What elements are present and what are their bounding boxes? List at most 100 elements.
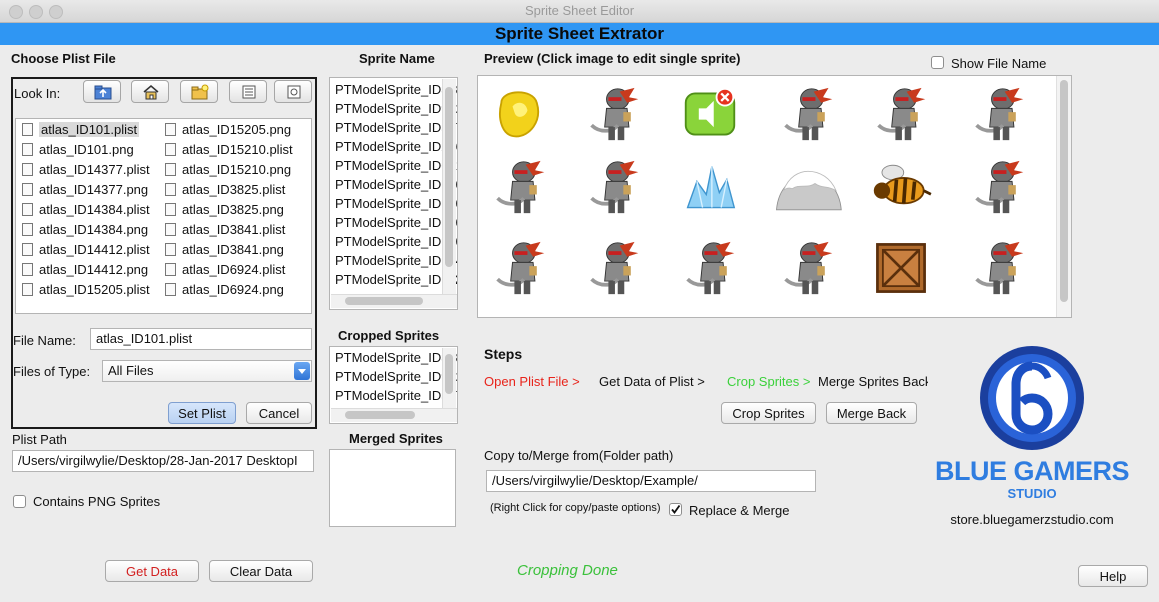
- blue-gamers-logo-icon: [980, 346, 1084, 450]
- new-folder-button[interactable]: [180, 80, 218, 103]
- minimize-window-button[interactable]: [29, 5, 43, 19]
- sprite-thumbnail[interactable]: [861, 78, 941, 150]
- warrior-icon: [574, 232, 654, 304]
- sprite-preview-grid[interactable]: [477, 75, 1072, 318]
- file-item[interactable]: atlas_ID15205.png: [165, 121, 291, 139]
- home-button[interactable]: [131, 80, 169, 103]
- file-item[interactable]: atlas_ID14384.plist: [22, 201, 150, 219]
- sprite-list-item[interactable]: PTModelSprite_ID942: [330, 367, 457, 386]
- file-item-label: atlas_ID14377.plist: [39, 162, 150, 177]
- sprite-thumbnail[interactable]: [480, 151, 560, 223]
- sprite-thumbnail[interactable]: [670, 78, 750, 150]
- file-icon: [22, 283, 33, 296]
- file-item[interactable]: atlas_ID101.plist: [22, 121, 140, 139]
- sprite-list-item[interactable]: PTModelSprite_ID216: [330, 137, 457, 156]
- brand-url[interactable]: store.bluegamerzstudio.com: [930, 512, 1134, 527]
- file-item[interactable]: atlas_ID15210.plist: [165, 141, 293, 159]
- sprite-list-item[interactable]: PTModelSprite_ID338: [330, 80, 457, 99]
- sprite-name-list[interactable]: PTModelSprite_ID338 PTModelSprite_ID942 PT…: [329, 77, 458, 310]
- sprite-thumbnail[interactable]: [670, 151, 750, 223]
- close-window-button[interactable]: [9, 5, 23, 19]
- sprite-name-vscrollbar[interactable]: [442, 79, 456, 294]
- file-name-input[interactable]: atlas_ID101.plist: [90, 328, 312, 350]
- clear-data-button[interactable]: Clear Data: [209, 560, 313, 582]
- up-folder-button[interactable]: [83, 80, 121, 103]
- sprite-thumbnail[interactable]: [574, 78, 654, 150]
- copy-merge-path-input[interactable]: /Users/virgilwylie/Desktop/Example/: [486, 470, 816, 492]
- zoom-window-button[interactable]: [49, 5, 63, 19]
- sprite-list-item[interactable]: PTModelSprite_ID112: [330, 270, 457, 289]
- sprite-thumbnail[interactable]: [480, 78, 560, 150]
- cropped-hscrollbar[interactable]: [331, 408, 457, 422]
- sprite-list-item[interactable]: PTModelSprite_ID190: [330, 194, 457, 213]
- file-item[interactable]: atlas_ID14384.png: [22, 221, 148, 239]
- file-item[interactable]: atlas_ID6924.png: [165, 281, 284, 299]
- get-data-button[interactable]: Get Data: [105, 560, 199, 582]
- sprite-list-item[interactable]: PTModelSprite_ID190: [330, 213, 457, 232]
- file-item[interactable]: atlas_ID101.png: [22, 141, 134, 159]
- file-item[interactable]: atlas_ID3825.plist: [165, 181, 285, 199]
- cropped-sprites-list[interactable]: PTModelSprite_ID338 PTModelSprite_ID942 PT…: [329, 346, 458, 424]
- preview-vscrollbar[interactable]: [1056, 76, 1071, 317]
- steps-heading: Steps: [484, 346, 523, 362]
- files-of-type-value: All Files: [108, 363, 154, 378]
- contains-png-checkbox[interactable]: [13, 495, 26, 508]
- sprite-list-item[interactable]: PTModelSprite_ID537: [330, 118, 457, 137]
- replace-merge-checkbox[interactable]: [669, 503, 682, 516]
- sprite-name-hscrollbar[interactable]: [331, 294, 457, 308]
- sprite-thumbnail[interactable]: [959, 78, 1039, 150]
- cancel-button[interactable]: Cancel: [246, 402, 312, 424]
- snow-rock-icon: [768, 151, 848, 223]
- warrior-icon: [768, 78, 848, 150]
- sprite-list-item[interactable]: PTModelSprite_ID134: [330, 251, 457, 270]
- sprite-list-item[interactable]: PTModelSprite_ID190: [330, 232, 457, 251]
- step-merge-back: Merge Sprites Back: [818, 374, 928, 389]
- file-item[interactable]: atlas_ID14412.png: [22, 261, 148, 279]
- show-file-name-label: Show File Name: [951, 56, 1047, 71]
- sprite-list-item[interactable]: PTModelSprite_ID338: [330, 348, 457, 367]
- show-file-name-checkbox[interactable]: [931, 56, 944, 69]
- merged-sprites-list[interactable]: [329, 449, 456, 527]
- sprite-thumbnail[interactable]: [480, 232, 560, 304]
- sprite-list-item[interactable]: PTModelSprite_ID671: [330, 156, 457, 175]
- file-list[interactable]: atlas_ID101.plist atlas_ID101.png atlas_ID…: [15, 118, 312, 314]
- sprite-thumbnail[interactable]: [768, 232, 848, 304]
- sprite-thumbnail[interactable]: [574, 232, 654, 304]
- file-item[interactable]: atlas_ID3841.plist: [165, 221, 285, 239]
- list-view-button[interactable]: [229, 80, 267, 103]
- sprite-thumbnail[interactable]: [861, 151, 941, 223]
- sprite-thumbnail[interactable]: [574, 151, 654, 223]
- sprite-thumbnail[interactable]: [861, 232, 941, 304]
- help-button[interactable]: Help: [1078, 565, 1148, 587]
- file-item[interactable]: atlas_ID14377.plist: [22, 161, 150, 179]
- sprite-thumbnail[interactable]: [959, 151, 1039, 223]
- files-of-type-select[interactable]: All Files: [102, 360, 312, 382]
- sprite-thumbnail[interactable]: [670, 232, 750, 304]
- cropped-vscrollbar[interactable]: [442, 348, 456, 408]
- merge-back-button[interactable]: Merge Back: [826, 402, 917, 424]
- file-item[interactable]: atlas_ID14412.plist: [22, 241, 150, 259]
- file-item[interactable]: atlas_ID15205.plist: [22, 281, 150, 299]
- warrior-icon: [959, 232, 1039, 304]
- sprite-list-item[interactable]: PTModelSprite_ID190: [330, 175, 457, 194]
- file-item[interactable]: atlas_ID3825.png: [165, 201, 284, 219]
- file-item[interactable]: atlas_ID15210.png: [165, 161, 291, 179]
- plist-path-input[interactable]: /Users/virgilwylie/Desktop/28-Jan-2017 D…: [12, 450, 314, 472]
- file-item[interactable]: atlas_ID14377.png: [22, 181, 148, 199]
- file-item[interactable]: atlas_ID3841.png: [165, 241, 284, 259]
- sprite-list-item[interactable]: PTModelSprite_ID942: [330, 99, 457, 118]
- details-view-button[interactable]: [274, 80, 312, 103]
- sprite-thumbnail[interactable]: [768, 78, 848, 150]
- file-item[interactable]: atlas_ID6924.plist: [165, 261, 285, 279]
- sprite-thumbnail[interactable]: [768, 151, 848, 223]
- set-plist-button[interactable]: Set Plist: [168, 402, 236, 424]
- file-icon: [22, 143, 33, 156]
- sprite-thumbnail[interactable]: [959, 232, 1039, 304]
- app-banner: Sprite Sheet Extrator: [0, 23, 1159, 45]
- crop-sprites-button[interactable]: Crop Sprites: [721, 402, 816, 424]
- warrior-icon: [480, 151, 560, 223]
- file-icon: [165, 143, 176, 156]
- sprite-list-item[interactable]: PTModelSprite_ID537: [330, 386, 457, 405]
- file-name-label: File Name:: [13, 333, 76, 348]
- file-item-label: atlas_ID6924.png: [182, 282, 284, 297]
